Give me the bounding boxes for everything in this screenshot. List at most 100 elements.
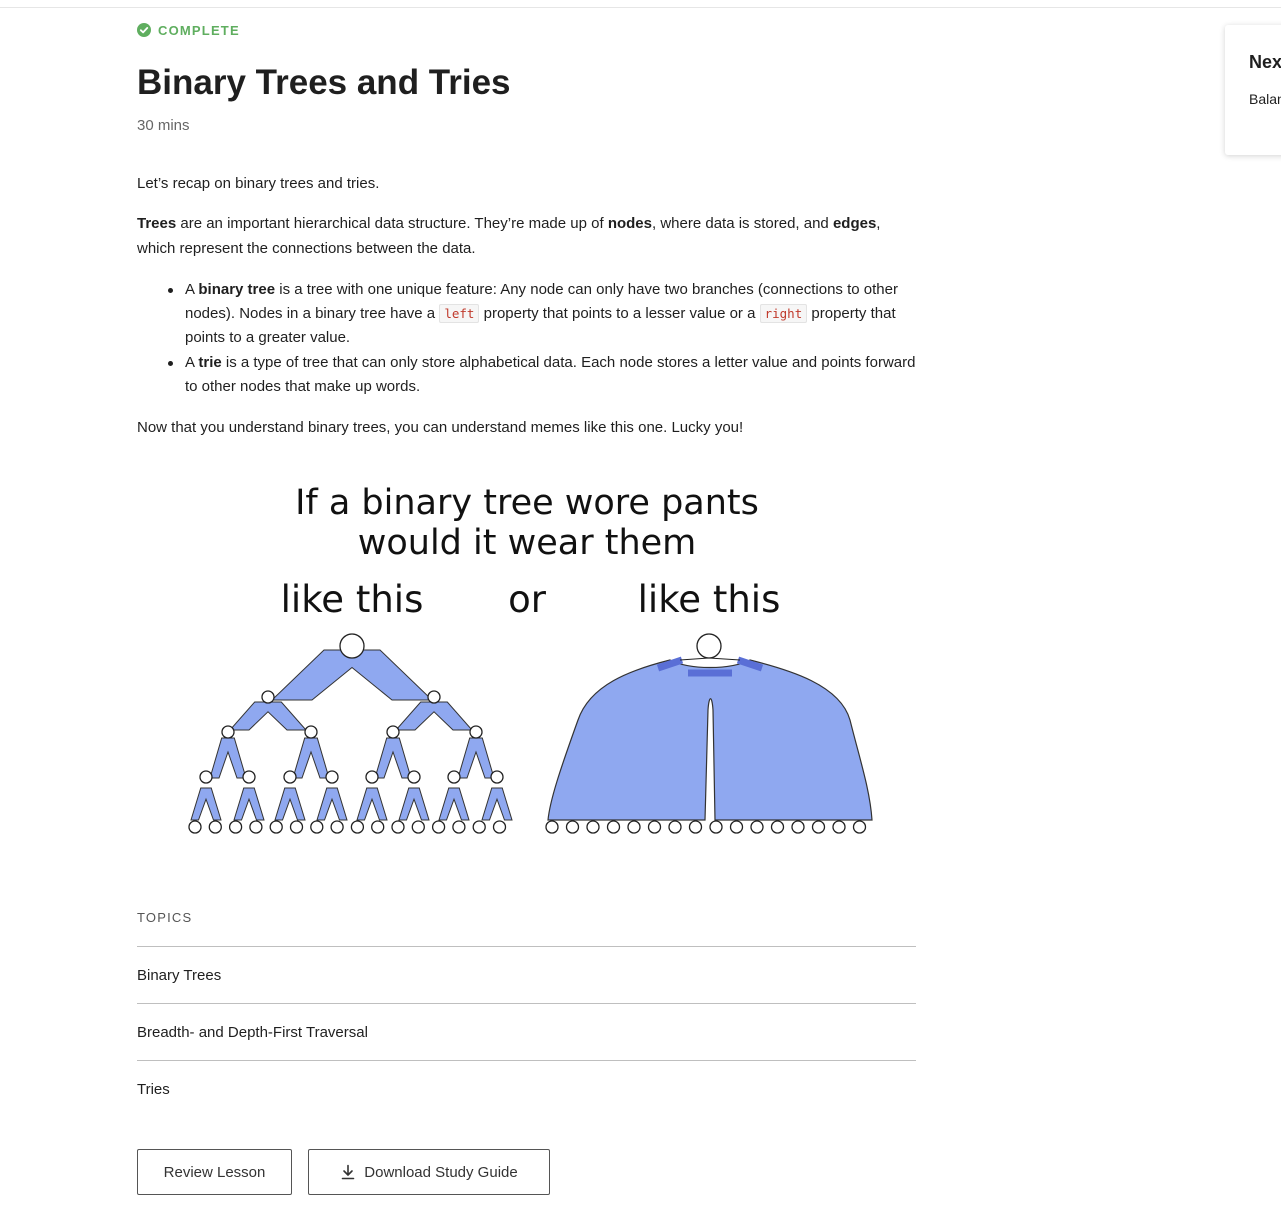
leaf-node — [565, 820, 580, 834]
cape-pants-drawing — [545, 633, 873, 834]
topics-heading: TOPICS — [137, 910, 916, 947]
term-trees: Trees — [137, 215, 177, 232]
leaf-node — [310, 820, 324, 834]
tree-node — [221, 725, 235, 739]
next-lesson-link[interactable]: Balanced Tree — [1249, 87, 1281, 111]
code-left: left — [439, 304, 480, 323]
tree-node — [242, 770, 256, 784]
leaf-node — [627, 820, 641, 834]
pants-level-2 — [292, 737, 330, 779]
leaf-node — [586, 820, 600, 834]
code-right: right — [759, 304, 808, 323]
check-circle-icon — [137, 23, 151, 37]
leaf-node — [289, 820, 304, 834]
leaf-node — [269, 820, 283, 834]
term-edges: edges — [832, 215, 877, 232]
leaf-node — [431, 820, 446, 834]
page-title: Binary Trees and Tries — [137, 63, 511, 102]
bullet-icon — [168, 361, 173, 366]
pants-level-2 — [374, 737, 412, 779]
leaf-node — [545, 820, 559, 834]
topic-item[interactable]: Tries — [137, 1061, 916, 1117]
trees-paragraph: Trees are an important hierarchical data… — [137, 215, 881, 257]
leaf-node — [228, 820, 243, 834]
tree-node — [490, 770, 504, 784]
tree-node — [339, 633, 365, 659]
tree-node — [427, 690, 441, 704]
leaf-node — [647, 820, 662, 834]
leaf-node — [832, 820, 846, 834]
pants-level-3 — [274, 787, 306, 821]
pants-level-3 — [233, 787, 265, 821]
leaf-node — [492, 820, 507, 834]
leaf-node — [249, 820, 263, 834]
tree-node — [261, 690, 275, 704]
leaf-node — [330, 820, 344, 834]
top-bar — [0, 0, 1281, 8]
lesson-duration: 30 mins — [137, 117, 190, 134]
tree-node — [325, 770, 339, 784]
leaf-node — [350, 820, 365, 834]
leaf-node — [811, 820, 826, 834]
cape-edge — [708, 657, 741, 661]
meme-caption-line2: would it wear them — [358, 523, 697, 563]
pants-level-3 — [316, 787, 348, 821]
status-label: COMPLETE — [158, 22, 240, 38]
leaf-node — [472, 820, 486, 834]
leaf-node — [709, 820, 723, 834]
leaf-node — [770, 820, 785, 834]
cape-edge — [679, 657, 710, 661]
leaf-node — [208, 820, 222, 834]
pants-level-3 — [356, 787, 388, 821]
binary-tree-pants-drawing — [188, 633, 513, 834]
leaf-node — [411, 820, 425, 834]
intro-paragraph: Let’s recap on binary trees and tries. — [137, 175, 380, 192]
tree-node — [407, 770, 421, 784]
list-item-trie: A trie is a type of tree that can only s… — [137, 351, 917, 399]
tree-node — [447, 770, 461, 784]
next-lesson-card[interactable]: Nex Balanced Tree — [1225, 25, 1281, 155]
leaf-node — [606, 820, 621, 834]
meme-right-label: like this — [638, 578, 781, 621]
topic-item[interactable]: Binary Trees — [137, 947, 916, 1004]
meme-left-label: like this — [281, 578, 424, 621]
leaf-node — [188, 820, 202, 834]
pants-level-3 — [481, 787, 513, 821]
next-lesson-heading: Nex — [1249, 52, 1281, 72]
leaf-node — [852, 820, 867, 834]
pants-level-3 — [190, 787, 222, 821]
meme-caption-line1: If a binary tree wore pants — [295, 483, 759, 523]
leaf-node — [668, 820, 682, 834]
term-nodes: nodes — [607, 215, 652, 232]
tree-node — [304, 725, 318, 739]
leaf-node — [750, 820, 764, 834]
bullet-icon — [168, 288, 173, 293]
topic-item[interactable]: Breadth- and Depth-First Traversal — [137, 1004, 916, 1061]
download-study-guide-button[interactable]: Download Study Guide — [308, 1149, 550, 1195]
meme-or-label: or — [508, 578, 547, 621]
definition-list: A binary tree is a tree with one unique … — [137, 278, 917, 400]
binary-tree-pants-meme: If a binary tree wore pants would it wea… — [188, 483, 873, 834]
leaf-node — [688, 820, 703, 834]
leaf-node — [729, 820, 744, 834]
pants-level-3 — [398, 787, 430, 821]
list-item-binary-tree: A binary tree is a tree with one unique … — [137, 278, 917, 350]
tree-node — [696, 633, 722, 659]
leaf-node — [452, 820, 466, 834]
meme-intro-paragraph: Now that you understand binary trees, yo… — [137, 419, 744, 436]
leaf-node — [371, 820, 385, 834]
tree-node — [199, 770, 213, 784]
tree-node — [469, 725, 483, 739]
tree-node — [365, 770, 379, 784]
tree-node — [283, 770, 297, 784]
download-icon — [341, 1164, 355, 1180]
review-lesson-button[interactable]: Review Lesson — [137, 1149, 292, 1195]
cape-pants — [547, 659, 873, 821]
pants-level-2 — [457, 737, 495, 779]
tree-node — [386, 725, 400, 739]
pants-level-1 — [228, 701, 308, 731]
pants-level-3 — [438, 787, 470, 821]
pants-level-1 — [394, 701, 474, 731]
leaf-node — [391, 820, 405, 834]
status-complete: COMPLETE — [137, 21, 240, 39]
